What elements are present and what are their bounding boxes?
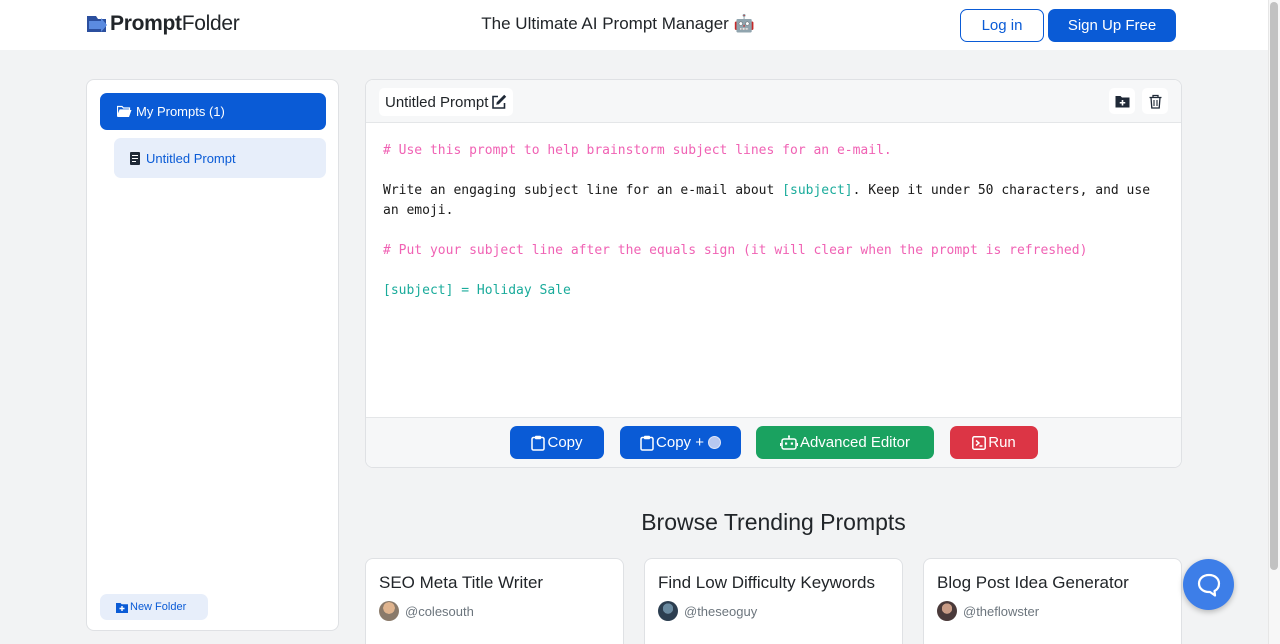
folder-label: My Prompts (1) — [136, 104, 225, 119]
folder-open-icon — [117, 105, 132, 117]
run-label: Run — [988, 434, 1016, 451]
edit-icon[interactable] — [491, 94, 507, 110]
trending-card[interactable]: Blog Post Idea Generator @theflowster — [923, 558, 1182, 644]
new-folder-label: New Folder — [130, 601, 187, 613]
code-line-comment-2: # Put your subject line after the equals… — [383, 243, 1088, 258]
trending-card[interactable]: SEO Meta Title Writer @colesouth — [365, 558, 624, 644]
code-variable: [subject] — [782, 183, 853, 198]
avatar — [658, 601, 678, 621]
folder-my-prompts[interactable]: My Prompts (1) — [100, 93, 326, 130]
sidebar: My Prompts (1) Untitled Prompt New Folde… — [86, 79, 339, 631]
ai-logo-icon — [707, 436, 721, 449]
card-author-handle: @colesouth — [405, 603, 474, 619]
prompt-title[interactable]: Untitled Prompt — [379, 88, 514, 116]
copy-label: Copy — [547, 434, 583, 451]
copy-plus-label: Copy + — [656, 434, 704, 451]
move-to-folder-button[interactable] — [1109, 88, 1135, 114]
card-author[interactable]: @theseoguy — [658, 601, 757, 621]
trending-card[interactable]: Find Low Difficulty Keywords @theseoguy — [644, 558, 903, 644]
code-text: Write an engaging subject line for an e-… — [383, 183, 783, 198]
avatar — [937, 601, 957, 621]
document-icon — [130, 151, 140, 165]
card-author-handle: @theflowster — [963, 603, 1040, 619]
login-button[interactable]: Log in — [960, 9, 1044, 42]
prompt-title-text: Untitled Prompt — [385, 93, 489, 111]
robot-icon — [779, 434, 798, 450]
page-scrollbar-thumb[interactable] — [1270, 2, 1278, 570]
run-button[interactable]: Run — [950, 426, 1038, 459]
card-author[interactable]: @colesouth — [379, 601, 474, 621]
sidebar-item-label: Untitled Prompt — [146, 150, 236, 166]
card-author-handle: @theseoguy — [684, 603, 758, 619]
clipboard-icon — [640, 435, 654, 451]
chat-icon — [1197, 573, 1220, 597]
card-title: SEO Meta Title Writer — [379, 573, 544, 592]
trending-heading: Browse Trending Prompts — [641, 509, 906, 535]
copy-plus-ai-button[interactable]: Copy + — [620, 426, 741, 459]
card-title: Blog Post Idea Generator — [937, 573, 1129, 592]
prompt-editor: Untitled Prompt # Use this prompt to hel… — [365, 79, 1182, 468]
clipboard-icon — [531, 435, 546, 451]
trash-icon — [1149, 94, 1161, 109]
code-line-comment-1: # Use this prompt to help brainstorm sub… — [383, 143, 892, 158]
prompt-text-editor[interactable]: # Use this prompt to help brainstorm sub… — [383, 141, 1173, 301]
advanced-editor-label: Advanced Editor — [799, 434, 911, 451]
copy-button[interactable]: Copy — [510, 426, 604, 459]
top-navbar: PromptFolder The Ultimate AI Prompt Mana… — [0, 0, 1268, 50]
terminal-icon — [972, 435, 987, 450]
card-author[interactable]: @theflowster — [937, 601, 1039, 621]
sidebar-item-untitled-prompt[interactable]: Untitled Prompt — [114, 138, 326, 178]
signup-button[interactable]: Sign Up Free — [1048, 9, 1176, 42]
delete-prompt-button[interactable] — [1142, 88, 1168, 114]
editor-actions: Copy Copy + Advanced Editor Run — [366, 417, 1181, 467]
new-folder-button[interactable]: New Folder — [100, 594, 208, 620]
folder-plus-icon — [116, 602, 128, 613]
support-chat-button[interactable] — [1183, 559, 1234, 610]
card-title: Find Low Difficulty Keywords — [658, 573, 875, 592]
advanced-editor-button[interactable]: Advanced Editor — [756, 426, 934, 459]
code-line-instruction: Write an engaging subject line for an e-… — [383, 181, 1173, 221]
code-line-variable-assignment: [subject] = Holiday Sale — [383, 283, 571, 298]
editor-header: Untitled Prompt — [366, 80, 1181, 123]
avatar — [379, 601, 399, 621]
folder-plus-icon — [1115, 95, 1129, 107]
